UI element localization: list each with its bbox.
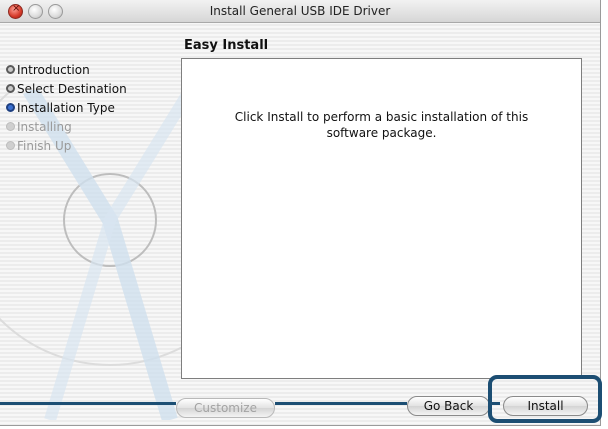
go-back-button[interactable]: Go Back (407, 396, 490, 416)
step-label: Select Destination (17, 81, 127, 96)
page-title: Easy Install (184, 38, 269, 53)
title-bar: × Install General USB IDE Driver (0, 0, 600, 23)
step-done-icon (6, 84, 15, 93)
step-label: Installation Type (17, 100, 115, 115)
instructions-text: Click Install to perform a basic install… (234, 110, 529, 140)
installer-steps: Introduction Select Destination Installa… (6, 60, 127, 155)
window-title: Install General USB IDE Driver (209, 4, 391, 18)
step-done-icon (6, 65, 15, 74)
step-pending-icon (6, 122, 15, 131)
callout-highlight-box (488, 375, 602, 423)
step-label: Finish Up (17, 138, 72, 153)
step-introduction: Introduction (6, 60, 127, 79)
customize-button[interactable]: Customize (176, 398, 275, 418)
callout-line (275, 402, 407, 405)
step-finish-up: Finish Up (6, 136, 127, 155)
step-label: Installing (17, 119, 72, 134)
step-label: Introduction (17, 62, 90, 77)
content-panel: Click Install to perform a basic install… (181, 58, 582, 379)
step-current-icon (6, 103, 15, 112)
step-installation-type: Installation Type (6, 98, 127, 117)
step-installing: Installing (6, 117, 127, 136)
installer-window: × Install General USB IDE Driver Introdu… (0, 0, 601, 426)
step-select-destination: Select Destination (6, 79, 127, 98)
step-pending-icon (6, 141, 15, 150)
callout-line (0, 402, 176, 405)
